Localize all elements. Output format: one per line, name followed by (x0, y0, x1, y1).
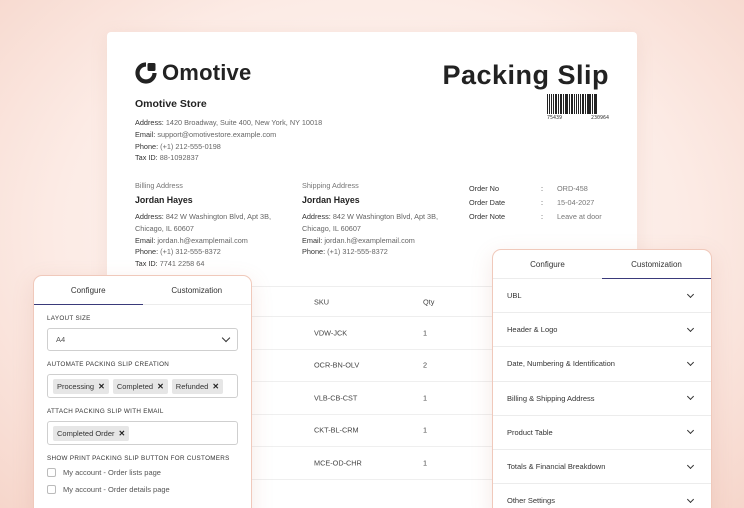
order-note: Leave at door (557, 211, 602, 221)
chevron-down-icon (686, 324, 695, 332)
billing-street: Address: 842 W Washington Blvd, Apt 3B, … (135, 212, 272, 233)
chevron-down-icon (221, 333, 231, 343)
customization-panel: Configure Customization UBL Header & Log… (492, 249, 712, 508)
chevron-down-icon (686, 290, 695, 298)
section-other-settings[interactable]: Other Settings (493, 484, 711, 508)
shipping-street: Address: 842 W Washington Blvd, Apt 3B, … (302, 212, 439, 233)
chevron-down-icon (686, 393, 695, 401)
order-info: Order No: ORD-458 Order Date:15-04-2027 O… (469, 182, 602, 223)
billing-tax-id: Tax ID: 7741 2258 64 (135, 259, 205, 269)
omotive-logo-icon (135, 62, 157, 84)
barcode-number-left: 75439 (547, 115, 563, 121)
barcode: 75439 230964 (547, 94, 609, 122)
store-phone: Phone: (+1) 212-555-0198 (135, 141, 221, 151)
order-number-row: Order No: ORD-458 (469, 182, 602, 196)
tab-configure[interactable]: Configure (493, 250, 602, 278)
chevron-down-icon (686, 495, 695, 503)
checkbox-label: My account - Order lists page (63, 468, 161, 477)
configure-panel-tabs: Configure Customization (34, 276, 251, 305)
section-product-table[interactable]: Product Table (493, 416, 711, 450)
header-sku: SKU (314, 297, 330, 306)
barcode-bars (547, 94, 609, 114)
billing-name: Jordan Hayes (135, 195, 193, 205)
section-totals[interactable]: Totals & Financial Breakdown (493, 450, 711, 485)
section-date-numbering[interactable]: Date, Numbering & Identification (493, 347, 711, 382)
order-note-row: Order Note: Leave at door (469, 210, 602, 224)
billing-email: Email: jordan.h@examplemail.com (135, 235, 248, 245)
shipping-phone: Phone: (+1) 312-555-8372 (302, 247, 388, 257)
tag-processing: Processing ✕ (53, 378, 109, 394)
configure-panel: Configure Customization LAYOUT SIZE A4 A… (33, 275, 252, 508)
customization-panel-tabs: Configure Customization (493, 250, 711, 279)
checkbox-order-details[interactable]: My account - Order details page (47, 485, 238, 494)
automate-creation-multiselect[interactable]: Processing ✕ Completed ✕ Refunded ✕ (47, 374, 238, 398)
header-qty: Qty (423, 297, 435, 306)
layout-size-select[interactable]: A4 (47, 328, 238, 351)
tab-customization[interactable]: Customization (602, 250, 711, 279)
billing-address: Billing Address Jordan Hayes Address: 84… (135, 181, 285, 270)
remove-tag-icon[interactable]: ✕ (98, 382, 105, 391)
remove-tag-icon[interactable]: ✕ (157, 382, 164, 391)
remove-tag-icon[interactable]: ✕ (212, 382, 219, 391)
billing-phone: Phone: (+1) 312-555-8372 (135, 247, 221, 257)
checkbox-order-lists[interactable]: My account - Order lists page (47, 468, 238, 477)
show-print-button-label: SHOW PRINT PACKING SLIP BUTTON FOR CUSTO… (47, 455, 230, 462)
layout-size-label: LAYOUT SIZE (47, 315, 91, 322)
store-name: Omotive Store (135, 98, 207, 110)
order-number: ORD-458 (557, 184, 588, 193)
checkbox-box[interactable] (47, 468, 56, 477)
chevron-down-icon (686, 461, 695, 469)
shipping-email: Email: jordan.h@examplemail.com (302, 235, 415, 245)
shipping-address: Shipping Address Jordan Hayes Address: 8… (302, 181, 452, 258)
barcode-number-right: 230964 (590, 115, 609, 121)
attach-email-label: ATTACH PACKING SLIP WITH EMAIL (47, 408, 164, 415)
automate-creation-label: AUTOMATE PACKING SLIP CREATION (47, 361, 170, 368)
tab-customization[interactable]: Customization (143, 276, 252, 304)
tab-configure[interactable]: Configure (34, 276, 143, 305)
order-date: 15-04-2027 (557, 197, 595, 207)
checkbox-box[interactable] (47, 485, 56, 494)
document-title: Packing Slip (442, 60, 609, 90)
layout-size-value: A4 (56, 335, 66, 344)
chevron-down-icon (686, 427, 695, 435)
tag-completed: Completed ✕ (112, 378, 168, 394)
checkbox-label: My account - Order details page (63, 485, 170, 494)
store-address: Address: 1420 Broadway, Suite 400, New Y… (135, 118, 323, 127)
store-email: Email: support@omotivestore.example.com (135, 129, 277, 139)
chevron-down-icon (686, 358, 695, 367)
attach-email-multiselect[interactable]: Completed Order ✕ (47, 421, 238, 445)
remove-tag-icon[interactable]: ✕ (119, 429, 126, 438)
shipping-title: Shipping Address (302, 181, 359, 190)
order-date-row: Order Date:15-04-2027 (469, 196, 602, 210)
store-info: Omotive Store Address: 1420 Broadway, Su… (135, 98, 415, 164)
shipping-name: Jordan Hayes (302, 195, 360, 205)
section-billing-shipping[interactable]: Billing & Shipping Address (493, 382, 711, 416)
billing-title: Billing Address (135, 181, 183, 190)
store-tax-id: Tax ID: 88-1092837 (135, 153, 199, 163)
tag-refunded: Refunded ✕ (171, 378, 224, 394)
section-ubl[interactable]: UBL (493, 279, 711, 314)
brand-name: Omotive (162, 60, 252, 85)
brand-logo: Omotive (135, 60, 251, 86)
section-header-logo[interactable]: Header & Logo (493, 313, 711, 348)
tag-completed-order: Completed Order ✕ (53, 425, 130, 441)
